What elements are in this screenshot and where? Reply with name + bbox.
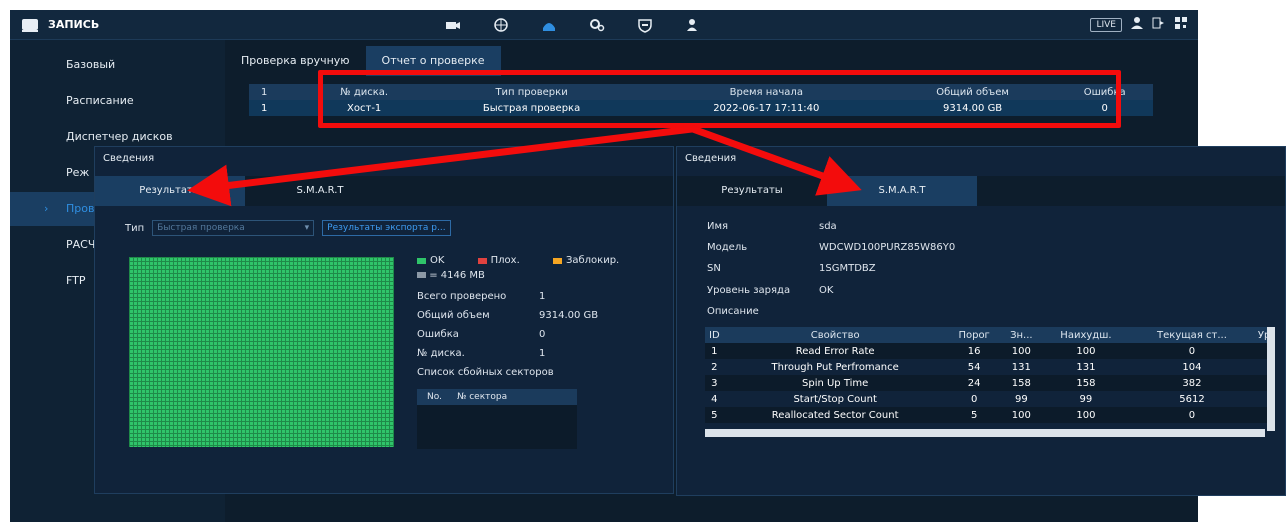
logout-icon[interactable] (1152, 16, 1166, 33)
info-row: № диска. 1 (417, 348, 546, 359)
top-bar: ЗАПИСЬ LIVE (10, 10, 1198, 40)
table-cell: 1 (249, 100, 309, 116)
table-row[interactable]: 1 Read Error Rate 16 100 100 0 (705, 343, 1275, 359)
top-nav (440, 15, 706, 35)
column-header: Зн... (1001, 327, 1042, 343)
panel-title: Сведения (103, 153, 155, 164)
column-header: Текущая ст... (1130, 327, 1254, 343)
field-charge-level: Уровень заряда OK (707, 285, 834, 296)
info-row: Ошибка 0 (417, 329, 546, 340)
table-row[interactable]: 2 Through Put Perfromance 54 131 131 104 (705, 359, 1275, 375)
details-panel-results: Сведения Результаты S.M.A.R.T Тип Быстра… (94, 146, 674, 494)
qr-code-icon[interactable] (1174, 16, 1188, 33)
camera-icon[interactable] (440, 15, 466, 35)
tab-smart[interactable]: S.M.A.R.T (245, 176, 395, 206)
network-icon[interactable] (488, 15, 514, 35)
type-label: Тип (125, 222, 145, 234)
column-header: Свойство (723, 327, 947, 343)
table-header-row: ID Свойство Порог Зн... Наихудш. Текущая… (705, 327, 1275, 343)
panel-tabs: Результаты S.M.A.R.T (95, 176, 673, 206)
tab-results[interactable]: Результаты (95, 176, 245, 206)
vertical-scrollbar[interactable] (1267, 327, 1275, 431)
field-name: Имя sda (707, 221, 837, 232)
table-row[interactable]: 4 Start/Stop Count 0 99 99 5612 (705, 391, 1275, 407)
description-label: Описание (707, 306, 759, 317)
column-header: 1 (249, 84, 309, 100)
user-icon[interactable] (1130, 16, 1144, 33)
details-panel-smart: Сведения Результаты S.M.A.R.T Имя sda Мод… (676, 146, 1286, 496)
smart-table: ID Свойство Порог Зн... Наихудш. Текущая… (705, 327, 1275, 423)
sector-map (129, 257, 394, 447)
export-results-button[interactable]: Результаты экспорта р... (322, 220, 451, 236)
info-row: Общий объем 9314.00 GB (417, 310, 599, 321)
tab-smart[interactable]: S.M.A.R.T (827, 176, 977, 206)
legend-ok: OK (417, 255, 444, 266)
record-icon (22, 19, 38, 32)
highlight-box (318, 70, 1121, 128)
column-header: No. (427, 392, 442, 402)
column-header: Наихудш. (1041, 327, 1131, 343)
field-sn: SN 1SGMTDBZ (707, 263, 876, 274)
type-row: Тип Быстрая проверка Результаты экспорта… (125, 220, 451, 236)
security-icon[interactable] (632, 15, 658, 35)
type-select[interactable]: Быстрая проверка (152, 220, 315, 236)
legend-unit: = 4146 MB (417, 270, 649, 281)
chevron-right-icon: › (44, 202, 49, 215)
legend-blocked: Заблокир. (552, 255, 619, 266)
app-title: ЗАПИСЬ (48, 18, 100, 31)
column-header: ID (705, 327, 724, 343)
column-header: Порог (946, 327, 1002, 343)
field-model: Модель WDCWD100PURZ85W86Y0 (707, 242, 956, 253)
top-right-cluster: LIVE (1090, 16, 1188, 33)
check-info: Всего проверено 1 Общий объем 9314.00 GB О… (417, 287, 598, 382)
account-icon[interactable] (680, 15, 706, 35)
horizontal-scrollbar[interactable] (705, 429, 1265, 437)
bad-sectors-label: Список сбойных секторов (417, 367, 554, 378)
sidebar-item-schedule[interactable]: Расписание (10, 84, 225, 118)
legend: OK Плох. Заблокир. = 4146 MB (417, 255, 649, 281)
bad-sector-table: No. № сектора (417, 389, 577, 449)
settings-icon[interactable] (584, 15, 610, 35)
sidebar-item-label: Пров (66, 202, 95, 215)
legend-bad: Плох. (477, 255, 520, 266)
table-row[interactable]: 3 Spin Up Time 24 158 158 382 (705, 375, 1275, 391)
app-brand: ЗАПИСЬ (22, 18, 100, 32)
tab-results[interactable]: Результаты (677, 176, 827, 206)
panel-tabs: Результаты S.M.A.R.T (677, 176, 1285, 206)
column-header: № сектора (457, 392, 508, 402)
table-header-row: No. № сектора (417, 389, 577, 405)
sidebar-item-basic[interactable]: Базовый (10, 48, 225, 82)
storage-icon[interactable] (536, 15, 562, 35)
panel-title: Сведения (685, 153, 737, 164)
live-button[interactable]: LIVE (1090, 17, 1122, 32)
table-row[interactable]: 5 Reallocated Sector Count 5 100 100 0 (705, 407, 1275, 423)
info-row: Всего проверено 1 (417, 291, 546, 302)
